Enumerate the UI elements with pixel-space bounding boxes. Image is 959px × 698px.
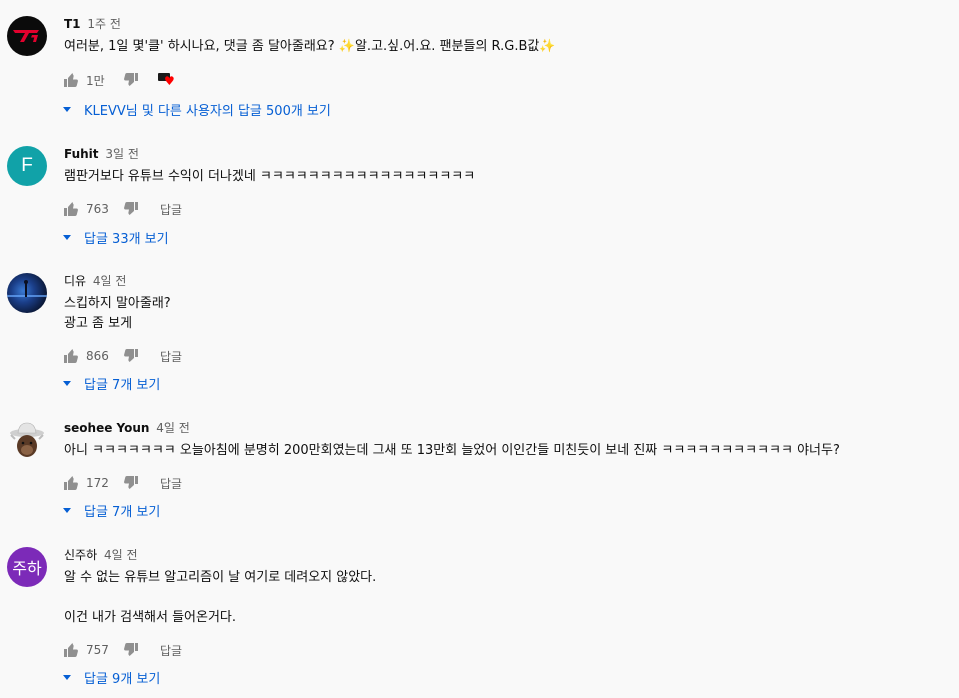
creator-heart-icon: ♥ (164, 74, 175, 88)
comment-toolbar: 1만 ♥ (62, 68, 180, 92)
timestamp[interactable]: 3일 전 (105, 147, 139, 161)
comment-text: 여러분, 1일 몇'클' 하시나요, 댓글 좀 달아줄래요? ✨알.고.싶.어.… (64, 37, 556, 57)
like-count: 1만 (86, 73, 105, 88)
comment-text: 램판거보다 유튜브 수익이 더나겠네 ㅋㅋㅋㅋㅋㅋㅋㅋㅋㅋㅋㅋㅋㅋㅋㅋㅋㅋ (64, 167, 475, 187)
comment-toolbar: 172 답글 (62, 471, 182, 495)
comment-text: 알 수 없는 유튜브 알고리즘이 날 여기로 데려오지 않았다. 이건 내가 검… (64, 568, 376, 628)
comment-line: 스킵하지 말아줄래? (64, 296, 171, 311)
avatar[interactable] (7, 273, 47, 313)
comment-text: 스킵하지 말아줄래? 광고 좀 보게 (64, 294, 171, 334)
thumbs-up-icon[interactable] (62, 641, 80, 659)
comment-line: 광고 좀 보게 (64, 316, 133, 331)
thumbs-down-icon[interactable] (122, 474, 140, 492)
caret-down-icon (63, 674, 71, 680)
author-name[interactable]: T1 (64, 17, 81, 31)
view-replies-label: 답글 9개 보기 (84, 671, 161, 687)
avatar[interactable]: 주하 (7, 547, 47, 587)
thumbs-up-icon[interactable] (62, 71, 80, 89)
avatar[interactable] (7, 16, 47, 56)
timestamp[interactable]: 1주 전 (87, 17, 121, 31)
view-replies-button[interactable]: 답글 7개 보기 (60, 373, 160, 393)
reply-button[interactable]: 답글 (160, 201, 182, 218)
comment-toolbar: 866 답글 (62, 344, 182, 368)
thumbs-up-icon[interactable] (62, 200, 80, 218)
view-replies-button[interactable]: 답글 7개 보기 (60, 500, 160, 520)
timestamp[interactable]: 4일 전 (156, 421, 190, 435)
view-replies-button[interactable]: KLEVV님 및 다른 사용자의 답글 500개 보기 (60, 99, 331, 119)
comment-line: 램판거보다 유튜브 수익이 더나겠네 ㅋㅋㅋㅋㅋㅋㅋㅋㅋㅋㅋㅋㅋㅋㅋㅋㅋㅋ (64, 169, 476, 184)
caret-down-icon (63, 106, 71, 112)
comment-text: 아니 ㅋㅋㅋㅋㅋㅋㅋ 오늘아침에 분명히 200만회였는데 그새 또 13만회 … (64, 441, 840, 461)
view-replies-label: KLEVV님 및 다른 사용자의 답글 500개 보기 (84, 103, 331, 119)
comment-line (64, 588, 376, 608)
avatar-letter: F (21, 155, 33, 176)
reply-button[interactable]: 답글 (160, 642, 182, 659)
comment-line: 여러분, 1일 몇'클' 하시나요, 댓글 좀 달아줄래요? ✨알.고.싶.어.… (64, 39, 556, 54)
author-name[interactable]: Fuhit (64, 147, 99, 161)
like-count: 763 (86, 202, 109, 216)
timestamp[interactable]: 4일 전 (104, 548, 138, 562)
avatar-photo-icon (7, 280, 47, 297)
view-replies-label: 답글 7개 보기 (84, 377, 161, 393)
caret-down-icon (63, 380, 71, 386)
like-count: 172 (86, 476, 109, 490)
author-line: Fuhit 3일 전 (64, 146, 139, 162)
t1-logo-icon (13, 30, 39, 42)
timestamp[interactable]: 4일 전 (93, 274, 127, 288)
author-line: T1 1주 전 (64, 16, 121, 32)
like-count: 757 (86, 643, 109, 657)
author-line: 디유 4일 전 (64, 273, 126, 289)
reply-button[interactable]: 답글 (160, 348, 182, 365)
view-replies-label: 답글 33개 보기 (84, 231, 169, 247)
thumbs-up-icon[interactable] (62, 474, 80, 492)
cowboy-character-icon (10, 422, 44, 457)
thumbs-up-icon[interactable] (62, 347, 80, 365)
thumbs-down-icon[interactable] (122, 71, 140, 89)
comment-line: 알 수 없는 유튜브 알고리즘이 날 여기로 데려오지 않았다. (64, 570, 377, 585)
avatar-letter: 주하 (12, 559, 42, 578)
reply-button[interactable]: 답글 (160, 475, 182, 492)
comment-toolbar: 763 답글 (62, 197, 182, 221)
thumbs-down-icon[interactable] (122, 641, 140, 659)
thumbs-down-icon[interactable] (122, 347, 140, 365)
view-replies-button[interactable]: 답글 9개 보기 (60, 667, 160, 687)
view-replies-button[interactable]: 답글 33개 보기 (60, 227, 169, 247)
thumbs-down-icon[interactable] (122, 200, 140, 218)
caret-down-icon (63, 234, 71, 240)
author-line: seohee Youn 4일 전 (64, 420, 190, 436)
comment-line: 아니 ㅋㅋㅋㅋㅋㅋㅋ 오늘아침에 분명히 200만회였는데 그새 또 13만회 … (64, 443, 840, 458)
comment-line: 이건 내가 검색해서 들어온거다. (64, 610, 237, 625)
author-line: 신주하 4일 전 (64, 547, 137, 563)
author-name[interactable]: 디유 (64, 274, 86, 288)
author-name[interactable]: 신주하 (64, 548, 97, 562)
author-name[interactable]: seohee Youn (64, 421, 149, 435)
creator-heart-badge: ♥ (158, 70, 180, 90)
like-count: 866 (86, 349, 109, 363)
avatar[interactable]: F (7, 146, 47, 186)
avatar[interactable] (7, 419, 47, 459)
caret-down-icon (63, 507, 71, 513)
view-replies-label: 답글 7개 보기 (84, 504, 161, 520)
comment-toolbar: 757 답글 (62, 638, 182, 662)
